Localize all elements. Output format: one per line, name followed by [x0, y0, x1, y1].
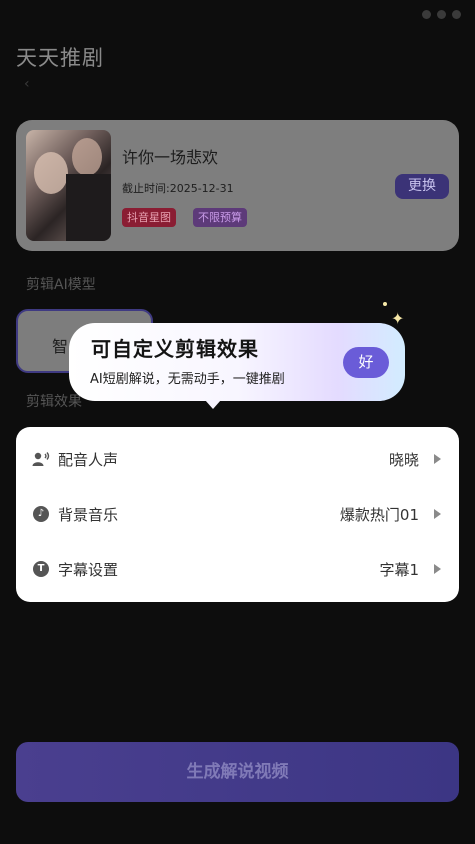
tooltip-tail: [205, 400, 221, 409]
tag-douyin: 抖音星图: [122, 208, 176, 227]
app-title: 天天推剧: [16, 46, 104, 70]
setting-value: 爆款热门01: [339, 505, 419, 524]
setting-row-subtitle[interactable]: T 字幕设置 字幕1: [16, 554, 459, 584]
status-icons: [422, 9, 461, 19]
page-subheader: [0, 78, 475, 100]
chevron-right-icon: [434, 454, 441, 464]
setting-label: 字幕设置: [58, 560, 119, 579]
setting-row-music[interactable]: ♪ 背景音乐 爆款热门01: [16, 499, 459, 529]
tooltip-title: 可自定义剪辑效果: [91, 337, 259, 361]
tooltip-bubble: 可自定义剪辑效果 AI短剧解说，无需动手，一键推剧 好: [69, 323, 405, 401]
effect-section-label: 剪辑效果: [26, 394, 82, 410]
drama-deadline: 截止时间:2025-12-31: [122, 182, 234, 195]
model-section-label: 剪辑AI模型: [26, 277, 96, 293]
setting-label: 背景音乐: [58, 505, 119, 524]
subtitle-icon: T: [32, 560, 50, 578]
change-drama-button[interactable]: 更换: [395, 174, 449, 199]
generate-video-button[interactable]: 生成解说视频: [16, 742, 459, 802]
voice-icon: [32, 450, 50, 468]
sparkle-icon: ✦: [391, 309, 405, 328]
setting-label: 配音人声: [58, 450, 119, 469]
sparkle-dot-icon: [383, 302, 387, 306]
battery-icon: [452, 9, 461, 19]
wifi-icon: [422, 9, 431, 19]
ok-button[interactable]: 好: [343, 347, 389, 378]
drama-card[interactable]: 许你一场悲欢 截止时间:2025-12-31 抖音星图 不限预算 更换: [16, 120, 459, 251]
model-chip-label: 智: [52, 337, 69, 356]
chevron-right-icon: [434, 564, 441, 574]
drama-title: 许你一场悲欢: [122, 148, 219, 167]
setting-row-voice[interactable]: 配音人声 晓晓: [16, 444, 459, 474]
setting-value: 晓晓: [388, 450, 419, 469]
effect-settings-card: 配音人声 晓晓 ♪ 背景音乐 爆款热门01 T 字幕设置 字幕1: [16, 427, 459, 602]
drama-poster: [26, 130, 111, 241]
music-icon: ♪: [32, 505, 50, 523]
tooltip-description: AI短剧解说，无需动手，一键推剧: [90, 372, 285, 387]
chevron-right-icon: [434, 509, 441, 519]
tag-unlimited-budget: 不限预算: [193, 208, 247, 227]
setting-value: 字幕1: [379, 560, 419, 579]
signal-icon: [437, 9, 446, 19]
status-bar: [0, 0, 475, 28]
